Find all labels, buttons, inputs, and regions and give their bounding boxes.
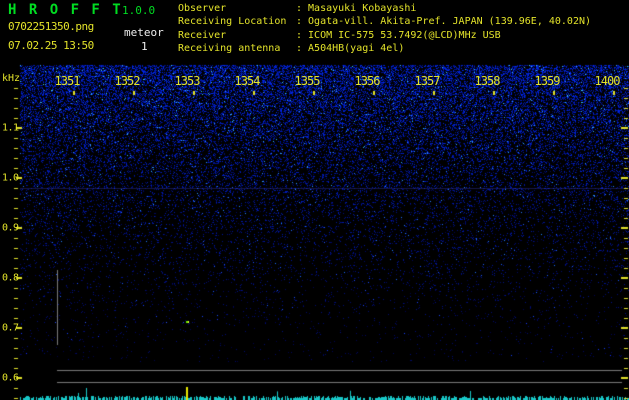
- station-info-block: Observer: Masayuki Kobayashi Receiving Lo…: [178, 2, 591, 56]
- info-value: : ICOM IC-575 53.7492(@LCD)MHz USB: [296, 29, 501, 41]
- meteor-count: 1: [141, 40, 148, 53]
- time-axis-label: 1352: [114, 74, 141, 88]
- label-layer: H R O F F T 1.0.0 0702251350.png meteor …: [0, 0, 629, 400]
- info-label: Receiving antenna: [178, 43, 281, 55]
- freq-axis-label: 0.6: [2, 372, 19, 384]
- app-title: H R O F F T: [8, 2, 123, 18]
- khz-unit-label: kHz: [2, 73, 21, 84]
- info-value: : Masayuki Kobayashi: [296, 3, 417, 14]
- freq-axis-label: 0.8: [2, 272, 19, 284]
- time-axis-label: 1353: [174, 74, 201, 88]
- time-axis-label: 1357: [414, 74, 441, 88]
- time-axis-label: 1351: [54, 74, 81, 88]
- info-label: Receiving Location: [178, 16, 287, 28]
- info-row: Receiving Location : Ogata-vill. Akita-Pr…: [178, 15, 591, 28]
- freq-axis-label: 0.9: [2, 222, 19, 234]
- time-axis-label: 1356: [354, 74, 381, 88]
- time-axis-label: 1354: [234, 74, 261, 88]
- time-axis-label: 1355: [294, 74, 321, 88]
- time-axis-label: 1359: [534, 74, 561, 88]
- info-label: Observer: [178, 3, 227, 14]
- version-label: 1.0.0: [122, 4, 156, 17]
- hrofft-window: H R O F F T 1.0.0 0702251350.png meteor …: [0, 0, 629, 400]
- info-label: Receiver: [178, 29, 227, 41]
- freq-axis-label: 0.7: [2, 322, 19, 334]
- freq-axis-label: 1.1: [2, 122, 19, 134]
- time-axis-label: 1400: [594, 74, 621, 88]
- freq-axis-label: 1.0: [2, 172, 19, 184]
- mode-label: meteor: [124, 26, 164, 39]
- filename-label: 0702251350.png: [8, 20, 94, 33]
- info-value: : Ogata-vill. Akita-Pref. JAPAN (139.96E…: [296, 16, 592, 28]
- time-axis-label: 1358: [474, 74, 501, 88]
- timestamp-label: 07.02.25 13:50: [8, 39, 94, 52]
- info-row: Receiver : ICOM IC-575 53.7492(@LCD)MHz U…: [178, 29, 591, 42]
- info-value: : A504HB(yagi 4el): [296, 43, 405, 55]
- info-row: Observer : Masayuki Kobayashi: [178, 2, 591, 15]
- info-row: Receiving antenna : A504HB(yagi 4el): [178, 42, 591, 55]
